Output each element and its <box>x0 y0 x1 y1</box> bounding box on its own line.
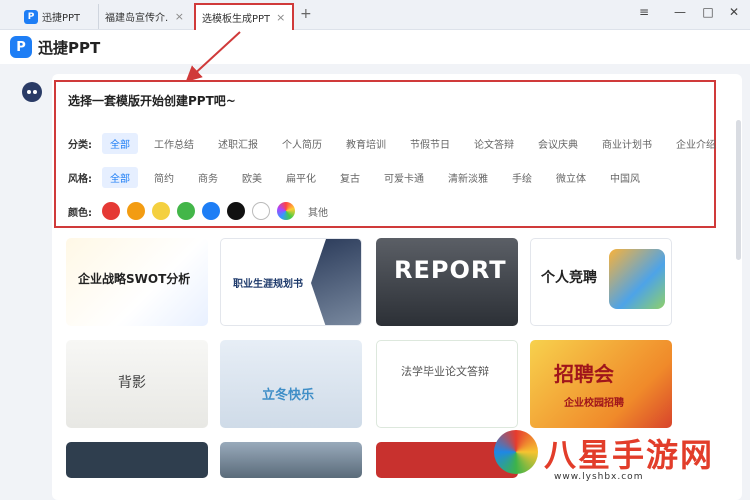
category-chip[interactable]: 商业计划书 <box>594 133 660 154</box>
add-tab-icon[interactable]: + <box>300 6 312 22</box>
category-chip[interactable]: 教育培训 <box>338 133 394 154</box>
style-chip[interactable]: 中国风 <box>602 167 648 188</box>
template-title: 法学毕业论文答辩 <box>401 365 489 378</box>
category-label: 分类: <box>68 139 92 151</box>
watermark: 八星手游网 www.lyshbx.com <box>494 424 744 494</box>
style-chip[interactable]: 清新淡雅 <box>440 167 496 188</box>
color-swatch-red[interactable] <box>102 202 120 220</box>
maximize-icon[interactable]: □ <box>698 5 718 19</box>
style-chip[interactable]: 手绘 <box>504 167 540 188</box>
app-header: P 迅捷PPT <box>0 30 750 64</box>
category-chip[interactable]: 个人简历 <box>274 133 330 154</box>
tab-app-home[interactable]: P 迅捷PPT <box>18 4 96 29</box>
style-chip[interactable]: 复古 <box>332 167 368 188</box>
category-chip[interactable]: 工作总结 <box>146 133 202 154</box>
template-subtitle: 企业校园招聘 <box>564 398 624 409</box>
template-card[interactable]: 企业战略SWOT分析 <box>66 238 208 326</box>
color-swatch-green[interactable] <box>177 202 195 220</box>
app-logo-icon: P <box>10 36 32 58</box>
template-card[interactable]: 职业生涯规划书 <box>220 238 362 326</box>
template-title: 招聘会 <box>554 362 614 386</box>
template-title: 职业生涯规划书 <box>233 279 303 290</box>
template-title: REPORT <box>394 256 507 284</box>
style-chip[interactable]: 欧美 <box>234 167 270 188</box>
assistant-bot-icon <box>22 82 42 102</box>
template-title: 立冬快乐 <box>262 388 315 403</box>
tab-document[interactable]: 福建岛宣传介... × <box>98 4 190 29</box>
template-title: 背影 <box>118 375 146 391</box>
minimize-icon[interactable]: — <box>670 5 690 19</box>
color-swatch-multi[interactable] <box>277 202 295 220</box>
color-swatch-yellow[interactable] <box>152 202 170 220</box>
close-icon[interactable]: × <box>276 11 285 24</box>
style-chip[interactable]: 简约 <box>146 167 182 188</box>
hexagon-decoration <box>311 239 361 325</box>
template-card[interactable]: 立冬快乐 <box>220 340 362 428</box>
tab-label: 选模板生成PPT <box>202 14 271 25</box>
color-row: 颜色: 其他 <box>68 200 328 222</box>
category-chip[interactable]: 论文答辩 <box>466 133 522 154</box>
color-swatch-blue[interactable] <box>202 202 220 220</box>
style-row: 风格: 全部 简约 商务 欧美 扁平化 复古 可爱卡通 清新淡雅 手绘 微立体 … <box>68 166 656 188</box>
style-chip[interactable]: 扁平化 <box>278 167 324 188</box>
watermark-text: 八星手游网 <box>544 436 715 474</box>
category-chip[interactable]: 企业介绍 <box>668 133 724 154</box>
template-card[interactable]: 法学毕业论文答辩 <box>376 340 518 428</box>
category-chip[interactable]: 全部 <box>102 132 138 154</box>
color-label: 颜色: <box>68 207 92 219</box>
selector-title: 选择一套模版开始创建PPT吧~ <box>68 94 236 108</box>
style-chip[interactable]: 商务 <box>190 167 226 188</box>
tab-template-generate[interactable]: 选模板生成PPT × <box>194 3 294 30</box>
category-chip[interactable]: 节假节日 <box>402 133 458 154</box>
tab-label: 迅捷PPT <box>42 13 81 24</box>
style-label: 风格: <box>68 173 92 185</box>
tab-bar: P 迅捷PPT 福建岛宣传介... × 选模板生成PPT × + ≡ — □ ✕ <box>0 0 750 30</box>
template-selector: 选择一套模版开始创建PPT吧~ 分类: 全部 工作总结 述职汇报 个人简历 教育… <box>54 80 716 228</box>
template-title: 个人竞聘 <box>541 270 597 286</box>
category-chip[interactable]: 会议庆典 <box>530 133 586 154</box>
style-chip[interactable]: 全部 <box>102 166 138 188</box>
category-row: 分类: 全部 工作总结 述职汇报 个人简历 教育培训 节假节日 论文答辩 会议庆… <box>68 132 732 154</box>
color-swatch-orange[interactable] <box>127 202 145 220</box>
template-card[interactable]: REPORT <box>376 238 518 326</box>
close-window-icon[interactable]: ✕ <box>724 5 744 19</box>
color-swatch-black[interactable] <box>227 202 245 220</box>
style-chip[interactable]: 微立体 <box>548 167 594 188</box>
template-title: 企业战略SWOT分析 <box>78 272 191 286</box>
color-swatch-white[interactable] <box>252 202 270 220</box>
template-card[interactable]: 招聘会 企业校园招聘 <box>530 340 672 428</box>
illustration-decoration <box>609 249 665 309</box>
color-other-option[interactable]: 其他 <box>308 204 328 219</box>
scrollbar[interactable] <box>736 120 741 260</box>
template-card[interactable] <box>66 442 208 478</box>
template-card[interactable]: 个人竞聘 <box>530 238 672 326</box>
watermark-url: www.lyshbx.com <box>554 472 644 482</box>
app-logo-icon: P <box>24 9 38 24</box>
app-name: 迅捷PPT <box>38 38 101 57</box>
menu-icon[interactable]: ≡ <box>634 5 654 19</box>
template-card[interactable] <box>220 442 362 478</box>
tab-label: 福建岛宣传介... <box>105 13 169 24</box>
watermark-logo-icon <box>494 430 538 474</box>
template-card[interactable]: 背影 <box>66 340 208 428</box>
close-icon[interactable]: × <box>175 10 184 23</box>
category-chip[interactable]: 述职汇报 <box>210 133 266 154</box>
style-chip[interactable]: 可爱卡通 <box>376 167 432 188</box>
